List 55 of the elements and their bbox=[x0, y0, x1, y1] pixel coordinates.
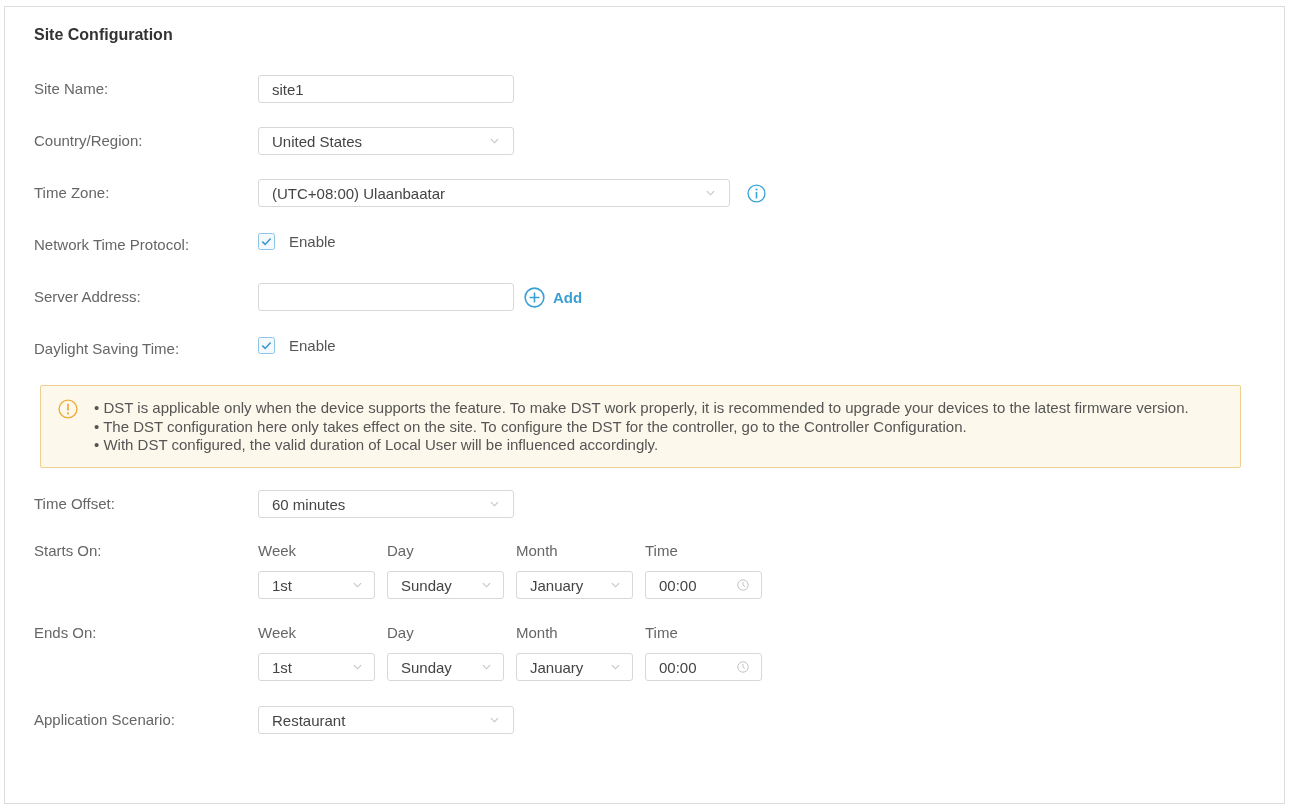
warning-icon bbox=[58, 399, 78, 419]
notice-text: • With DST configured, the valid duration of Local User will be influenced accordingly. bbox=[94, 436, 660, 455]
column-label: Week bbox=[258, 543, 298, 559]
field-label: Ends On: bbox=[34, 624, 98, 642]
chevron-down-icon bbox=[706, 190, 715, 196]
field-label: Server Address: bbox=[34, 288, 142, 306]
chevron-down-icon bbox=[490, 501, 499, 507]
select-field[interactable]: Sunday bbox=[387, 653, 504, 681]
select-field[interactable]: January bbox=[516, 653, 633, 681]
select-field[interactable]: United States bbox=[258, 127, 514, 155]
select-field[interactable]: 1st bbox=[258, 653, 375, 681]
column-label: Day bbox=[387, 625, 415, 641]
select-field[interactable]: (UTC+08:00) Ulaanbaatar bbox=[258, 179, 730, 207]
select-field[interactable]: Restaurant bbox=[258, 706, 514, 734]
select-field[interactable]: January bbox=[516, 571, 633, 599]
chevron-down-icon bbox=[353, 664, 362, 670]
column-label: Time bbox=[645, 543, 679, 559]
field-label: Site Name: bbox=[34, 80, 110, 98]
notice-text: • DST is applicable only when the device supports the feature. To make DST work properly, it is recommended to upgrade your devices to the latest firmware version. bbox=[94, 399, 1189, 418]
section-title: Site Configuration bbox=[34, 25, 173, 45]
notice-text: • The DST configuration here only takes effect on the site. To configure the DST for the controller, go to the Controller Configuration. bbox=[94, 417, 968, 437]
select-field[interactable]: 1st bbox=[258, 571, 375, 599]
text-field[interactable] bbox=[258, 283, 514, 311]
column-label: Week bbox=[258, 625, 298, 641]
field-label: Starts On: bbox=[34, 542, 103, 560]
select-field[interactable]: 60 minutes bbox=[258, 490, 514, 518]
info-icon[interactable] bbox=[747, 183, 766, 203]
time-field[interactable]: 00:00 bbox=[645, 571, 762, 599]
chevron-down-icon bbox=[353, 582, 362, 588]
chevron-down-icon bbox=[482, 582, 491, 588]
checkbox-label: Enable bbox=[289, 336, 336, 354]
chevron-down-icon bbox=[490, 138, 499, 144]
chevron-down-icon bbox=[611, 582, 620, 588]
field-label: Daylight Saving Time: bbox=[34, 340, 181, 358]
column-label: Month bbox=[516, 625, 559, 641]
plus-circle-icon bbox=[524, 286, 545, 308]
select-field[interactable]: Sunday bbox=[387, 571, 504, 599]
field-label: Time Offset: bbox=[34, 495, 116, 513]
checkbox[interactable] bbox=[258, 336, 275, 354]
chevron-down-icon bbox=[490, 717, 499, 723]
column-label: Day bbox=[387, 543, 415, 559]
chevron-down-icon bbox=[482, 664, 491, 670]
chevron-down-icon bbox=[611, 664, 620, 670]
clock-icon bbox=[737, 579, 749, 591]
field-label: Time Zone: bbox=[34, 184, 111, 202]
column-label: Time bbox=[645, 625, 679, 641]
checkbox[interactable] bbox=[258, 232, 275, 250]
field-label: Country/Region: bbox=[34, 132, 144, 150]
text-field[interactable]: site1 bbox=[258, 75, 514, 103]
checkbox-label: Enable bbox=[289, 232, 336, 250]
field-label: Application Scenario: bbox=[34, 711, 176, 729]
clock-icon bbox=[737, 661, 749, 673]
field-label: Network Time Protocol: bbox=[34, 236, 191, 254]
column-label: Month bbox=[516, 543, 559, 559]
time-field[interactable]: 00:00 bbox=[645, 653, 762, 681]
